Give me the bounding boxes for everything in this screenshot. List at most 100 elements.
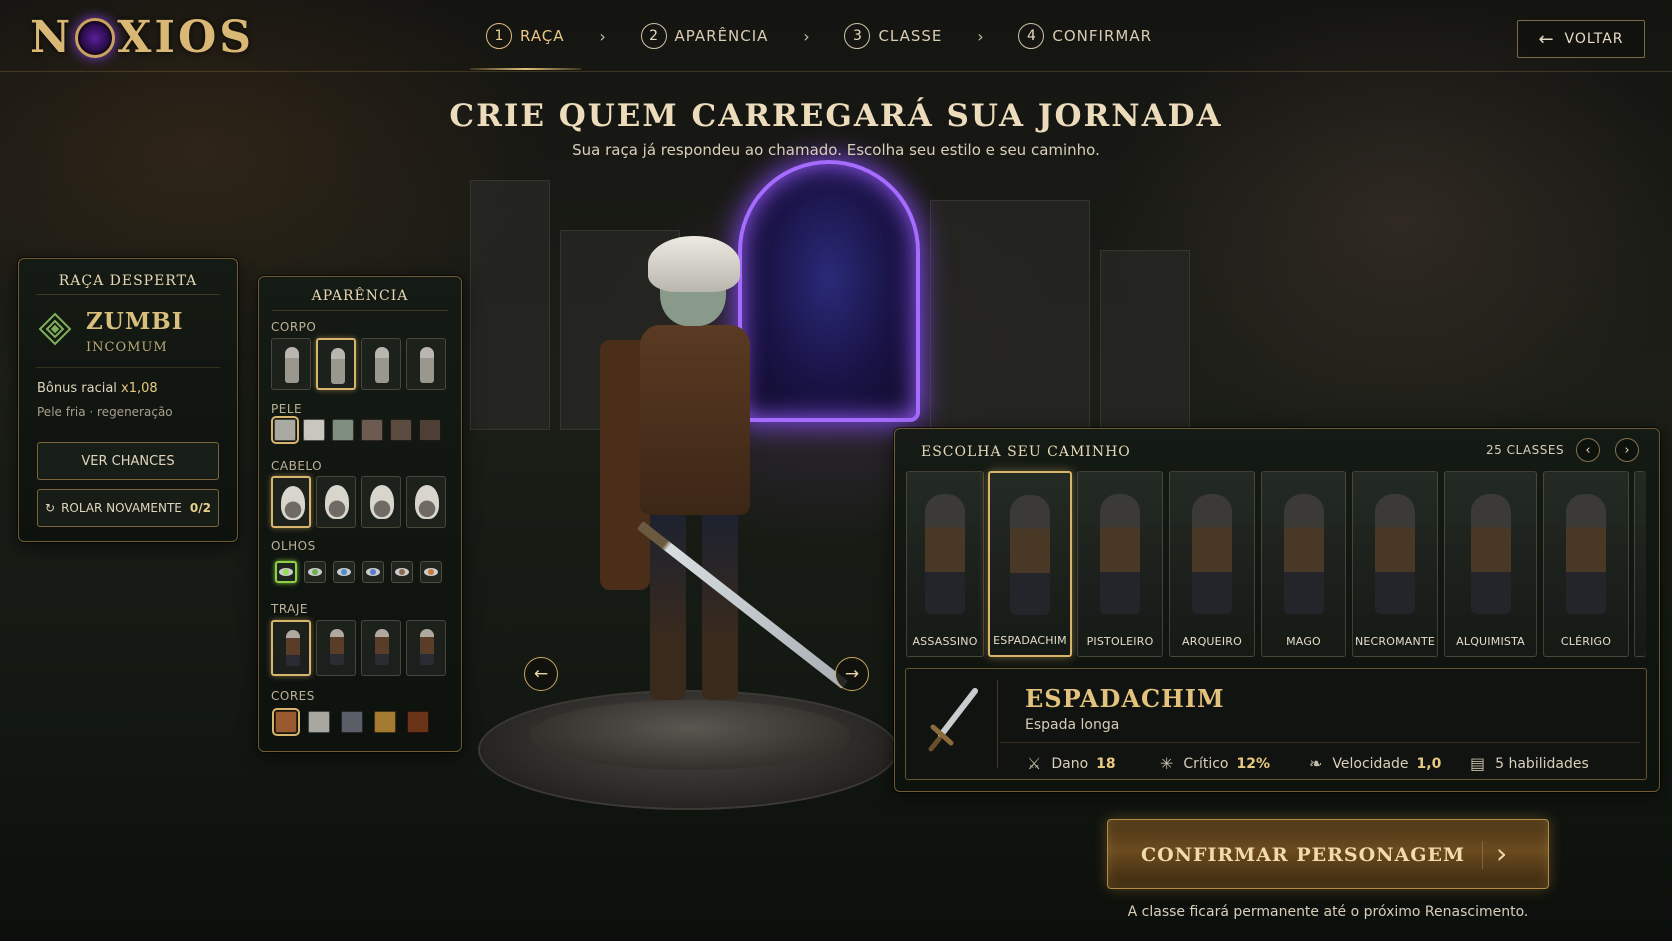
class-portrait [925,494,965,614]
step-aparencia[interactable]: 2 APARÊNCIA [625,0,785,72]
chevron-left-icon: ‹ [1585,442,1591,458]
back-button-label: VOLTAR [1564,31,1624,47]
color-swatch[interactable] [407,711,429,733]
section-label-body: CORPO [271,320,317,334]
book-icon: ▤ [1470,754,1486,773]
stat-label: Velocidade [1332,755,1409,772]
race-name: ZUMBI [86,308,184,335]
rotate-right-button[interactable]: → [835,657,869,691]
outfit-option[interactable] [316,620,356,676]
body-option[interactable] [271,338,311,390]
class-prev-button[interactable]: ‹ [1576,438,1600,462]
chevron-right-icon: › [1624,442,1630,458]
race-panel-title: RAÇA DESPERTA [58,273,198,289]
class-portrait [1010,495,1050,615]
top-bar: N XIOS 1 RAÇA › 2 APARÊNCIA › 3 CLASSE › … [0,0,1672,72]
skin-swatch[interactable] [419,419,441,441]
wing-icon: ❧ [1309,754,1323,773]
section-label-hair: CABELO [271,459,323,473]
arrow-left-icon: ← [533,664,549,684]
appearance-panel-title: APARÊNCIA [311,288,409,304]
step-number: 2 [640,23,667,49]
eye-icon [395,568,409,576]
skin-swatch[interactable] [390,419,412,441]
color-swatch[interactable] [272,708,300,736]
divider [1482,841,1483,869]
stat-speed: ❧ Velocidade 1,0 [1309,754,1441,773]
divider [272,310,448,311]
step-classe[interactable]: 3 CLASSE [828,0,958,72]
arrow-left-icon: ← [1538,28,1555,50]
stat-skills: ▤ 5 habilidades [1470,754,1589,773]
class-next-button[interactable]: › [1615,438,1639,462]
character-preview [600,230,770,750]
body-option[interactable] [316,338,356,390]
confirm-character-button[interactable]: CONFIRMAR PERSONAGEM › [1107,819,1549,889]
eye-color-swatch[interactable] [420,561,442,583]
hair-option[interactable] [361,476,401,528]
chevron-right-icon: › [803,26,810,46]
reroll-button[interactable]: ↻ ROLAR NOVAMENTE 0/2 [37,489,219,527]
class-card-mago[interactable]: MAGO [1261,471,1346,657]
see-chances-button[interactable]: VER CHANCES [37,442,219,480]
eye-icon [424,568,438,576]
body-option[interactable] [406,338,446,390]
eye-color-swatch[interactable] [391,561,413,583]
chevron-right-icon: › [1496,837,1508,870]
hair-option[interactable] [406,476,446,528]
eye-color-swatch[interactable] [304,561,326,583]
logo-orb-icon [75,18,116,58]
eye-color-swatch[interactable] [362,561,384,583]
class-card-espadachim[interactable]: ESPADACHIM [988,471,1072,657]
class-card-pistoleiro[interactable]: PISTOLEIRO [1077,471,1163,657]
eye-color-swatch[interactable] [275,561,297,583]
step-label: APARÊNCIA [674,27,769,45]
skin-swatch[interactable] [303,419,325,441]
eye-color-swatch[interactable] [333,561,355,583]
class-portrait [1470,494,1511,614]
divider [997,680,998,768]
step-raca[interactable]: 1 RAÇA [470,0,581,72]
ruin-wall [930,200,1090,430]
footer-note: A classe ficará permanente até o próximo… [1127,904,1529,920]
eye-icon [337,568,351,576]
sword-icon [923,682,987,758]
chevron-right-icon: › [977,26,984,46]
color-swatch[interactable] [308,711,330,733]
class-card-clérigo[interactable]: CLÉRIGO [1543,471,1629,657]
stat-critical: ✳ Crítico 12% [1160,754,1270,773]
class-card-alquimista[interactable]: ALQUIMISTA [1444,471,1537,657]
class-card-necromante[interactable]: NECROMANTE [1352,471,1438,657]
class-portrait [1375,494,1415,614]
hair-option[interactable] [271,476,311,528]
game-logo: N XIOS [30,12,255,63]
stat-label: Crítico [1183,755,1229,772]
section-label-colors: CORES [271,689,315,703]
skin-swatch[interactable] [271,416,299,444]
ruin-pillar [1100,250,1190,430]
skin-swatch[interactable] [332,419,354,441]
color-swatch[interactable] [341,711,363,733]
page-subtitle: Sua raça já respondeu ao chamado. Escolh… [572,141,1100,159]
section-label-skin: PELE [271,402,303,416]
rotate-left-button[interactable]: ← [524,657,558,691]
class-card-arqueiro[interactable]: ARQUEIRO [1169,471,1255,657]
color-swatch[interactable] [374,711,396,733]
back-button[interactable]: ← VOLTAR [1517,20,1645,58]
race-bonus-value: x1,08 [121,381,158,396]
race-description: Pele fria · regeneração [37,405,173,419]
eye-icon [308,568,322,576]
outfit-option[interactable] [361,620,401,676]
body-option[interactable] [361,338,401,390]
divider [1000,742,1640,743]
skin-swatch[interactable] [361,419,383,441]
outfit-option[interactable] [406,620,446,676]
step-number: 4 [1018,23,1045,49]
step-confirmar[interactable]: 4 CONFIRMAR [1002,0,1168,72]
class-card-partial[interactable] [1634,471,1646,657]
section-label-eyes: OLHOS [271,539,316,553]
hair-option[interactable] [316,476,356,528]
step-progress: 1 RAÇA › 2 APARÊNCIA › 3 CLASSE › 4 CONF… [470,0,1168,72]
outfit-option[interactable] [271,620,311,676]
class-card-assassino[interactable]: ASSASSINO [906,471,984,657]
